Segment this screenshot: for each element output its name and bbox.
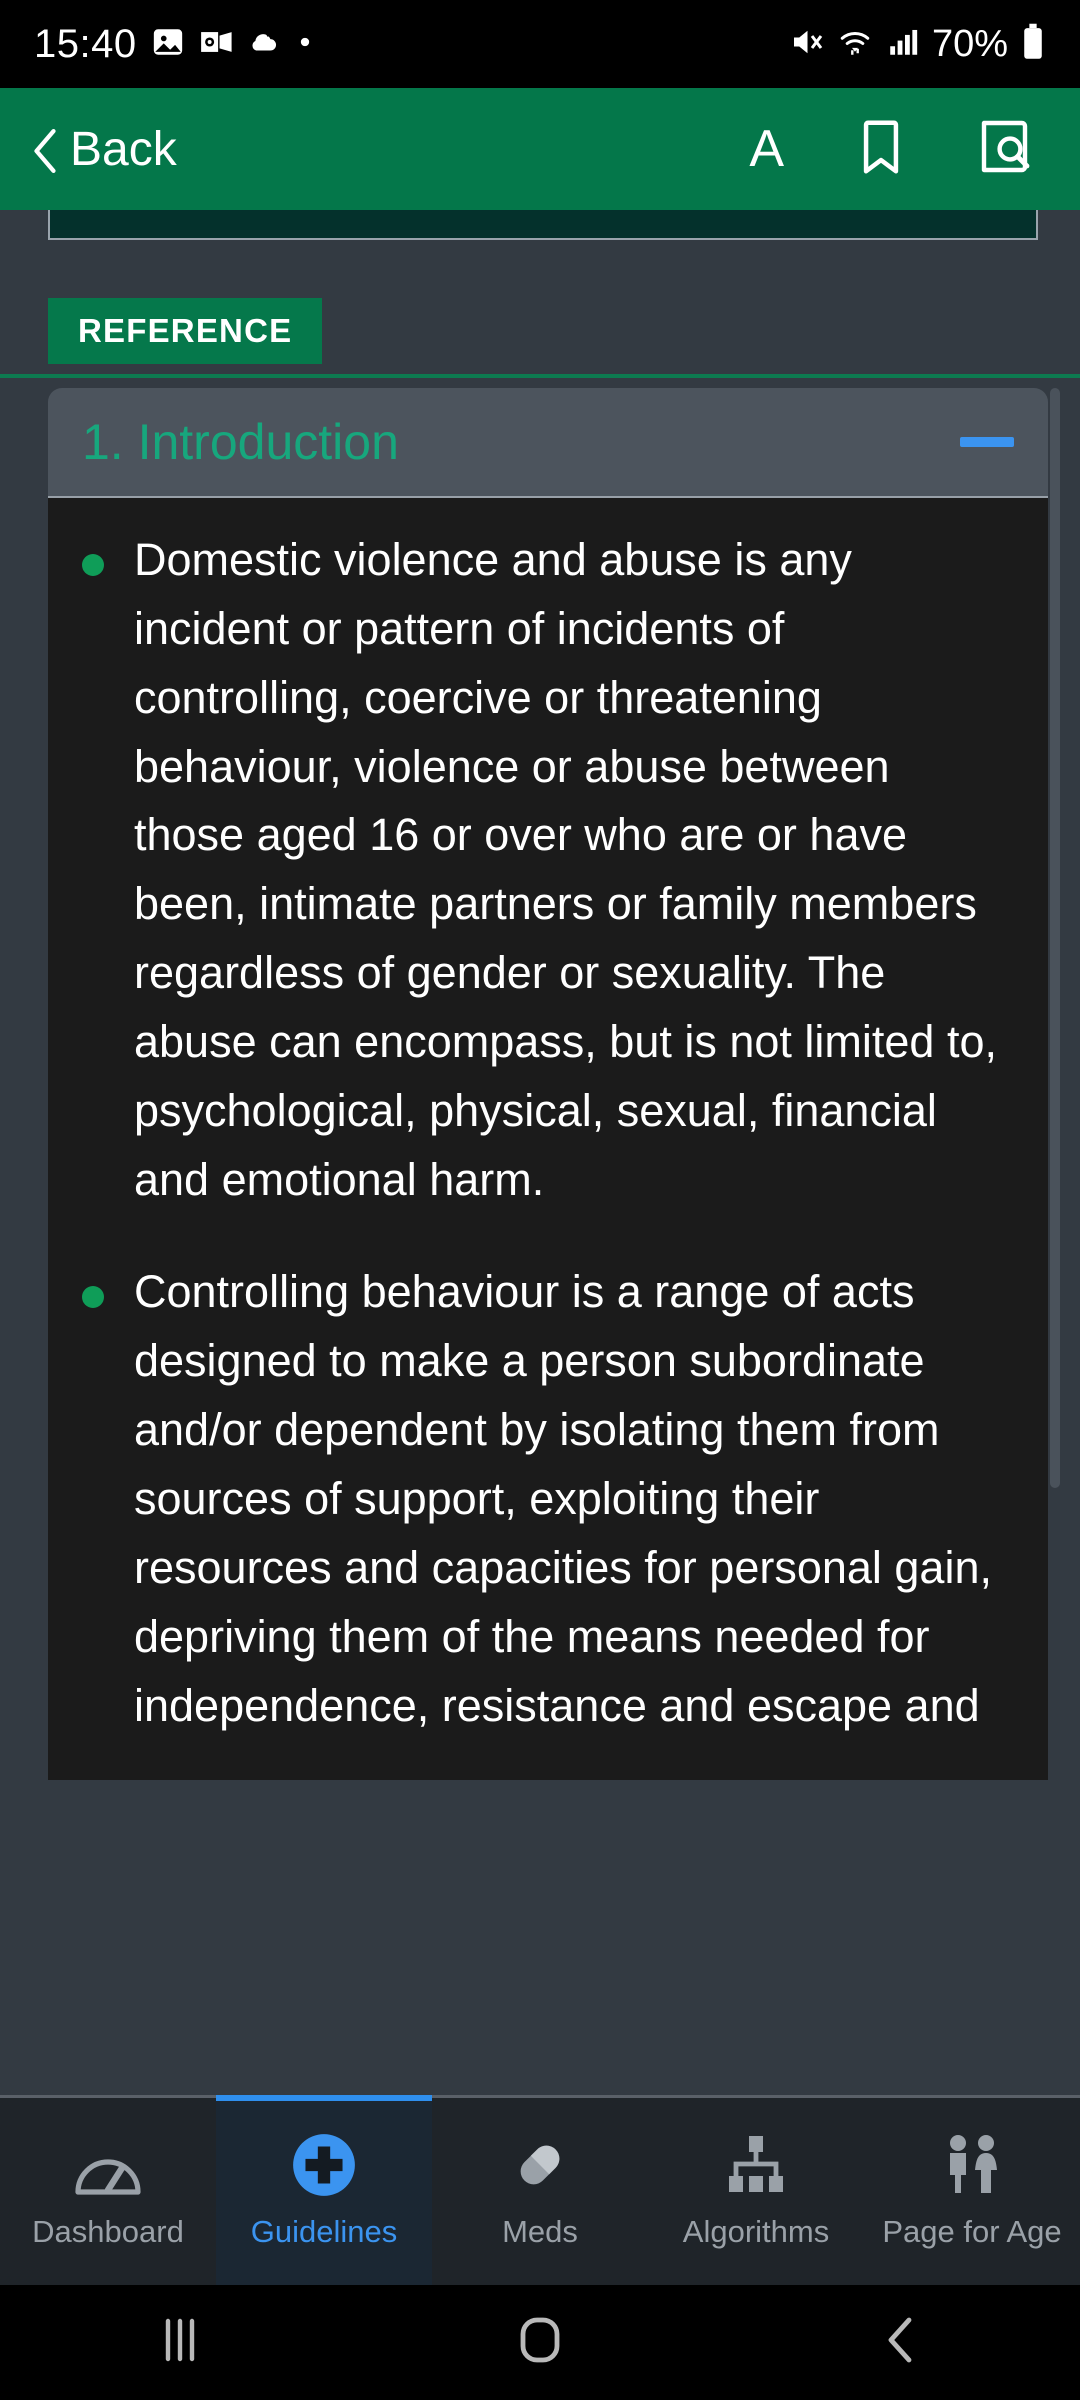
- app-header: Back A: [0, 88, 1080, 210]
- nav-item-algorithms[interactable]: Algorithms: [648, 2098, 864, 2285]
- home-button[interactable]: [360, 2316, 720, 2369]
- font-size-icon: A: [749, 120, 784, 178]
- cloud-icon: [247, 25, 281, 64]
- bullet-dot-icon: [82, 1286, 104, 1309]
- bookmark-icon: [858, 119, 904, 180]
- back-button[interactable]: [720, 2316, 1080, 2369]
- status-right-group: 70%: [788, 23, 1046, 66]
- status-left-group: 15:40: [34, 22, 315, 67]
- people-icon: [938, 2128, 1006, 2202]
- nav-item-dashboard[interactable]: Dashboard: [0, 2098, 216, 2285]
- dot-icon: [295, 32, 315, 57]
- list-item: Domestic violence and abuse is any incid…: [82, 526, 1000, 1214]
- accordion-body: Domestic violence and abuse is any incid…: [48, 498, 1048, 1781]
- system-navigation-bar: [0, 2285, 1080, 2400]
- reference-underline: [0, 374, 1080, 378]
- signal-icon: [886, 25, 920, 64]
- nav-label: Meds: [502, 2214, 578, 2249]
- chevron-left-icon: [879, 2316, 921, 2369]
- page-search-button[interactable]: [978, 119, 1030, 180]
- reference-tab-row: REFERENCE: [0, 298, 1080, 378]
- bullet-text: Domestic violence and abuse is any incid…: [134, 534, 997, 1205]
- nav-label: Algorithms: [682, 2214, 830, 2249]
- bookmark-button[interactable]: [858, 119, 904, 180]
- reference-tab-badge[interactable]: REFERENCE: [48, 298, 323, 364]
- accordion-header[interactable]: 1. Introduction: [48, 388, 1048, 498]
- nav-item-guidelines[interactable]: Guidelines: [216, 2095, 432, 2285]
- battery-icon: [1020, 23, 1046, 66]
- app-header-actions: A: [749, 119, 1052, 180]
- bullet-text: Controlling behaviour is a range of acts…: [134, 1266, 992, 1731]
- collapse-minus-icon[interactable]: [960, 437, 1014, 447]
- status-bar: 15:40 70%: [0, 0, 1080, 88]
- pill-icon: [505, 2128, 575, 2202]
- back-button[interactable]: Back: [28, 122, 177, 177]
- accordion-section-introduction: 1. Introduction Domestic violence and ab…: [48, 388, 1048, 1781]
- photo-icon: [151, 25, 185, 64]
- font-size-button[interactable]: A: [749, 123, 784, 175]
- back-label: Back: [70, 122, 177, 176]
- clipped-section-box[interactable]: [48, 210, 1038, 240]
- battery-percent-label: 70%: [931, 22, 1008, 65]
- nav-label: Page for Age: [882, 2214, 1062, 2249]
- status-clock: 15:40: [34, 21, 137, 66]
- nav-label: Dashboard: [32, 2214, 184, 2249]
- page-search-icon: [978, 119, 1030, 180]
- mute-icon: [788, 24, 824, 65]
- medical-cross-icon: [289, 2128, 359, 2202]
- content-scroll-area[interactable]: REFERENCE 1. Introduction Domestic viole…: [0, 210, 1080, 2095]
- nav-item-meds[interactable]: Meds: [432, 2098, 648, 2285]
- outlook-icon: [199, 25, 233, 64]
- list-item: Controlling behaviour is a range of acts…: [82, 1258, 1000, 1740]
- chevron-left-icon: [28, 126, 62, 173]
- phone-screen: 15:40 70% Back A REFERENCE 1. Introducti…: [0, 0, 1080, 2400]
- wifi-icon: [836, 24, 874, 65]
- bottom-navigation-bar: Dashboard Guidelines Meds Algorithms Pag: [0, 2095, 1080, 2285]
- recents-button[interactable]: [0, 2317, 360, 2368]
- vertical-scrollbar[interactable]: [1050, 388, 1060, 1488]
- nav-item-page-for-age[interactable]: Page for Age: [864, 2098, 1080, 2285]
- three-bars-icon: [158, 2317, 202, 2368]
- gauge-icon: [72, 2128, 144, 2202]
- nav-label: Guidelines: [250, 2214, 398, 2249]
- bullet-dot-icon: [82, 554, 104, 576]
- rounded-square-icon: [517, 2316, 563, 2369]
- accordion-title: 1. Introduction: [82, 414, 399, 470]
- hierarchy-icon: [723, 2128, 789, 2202]
